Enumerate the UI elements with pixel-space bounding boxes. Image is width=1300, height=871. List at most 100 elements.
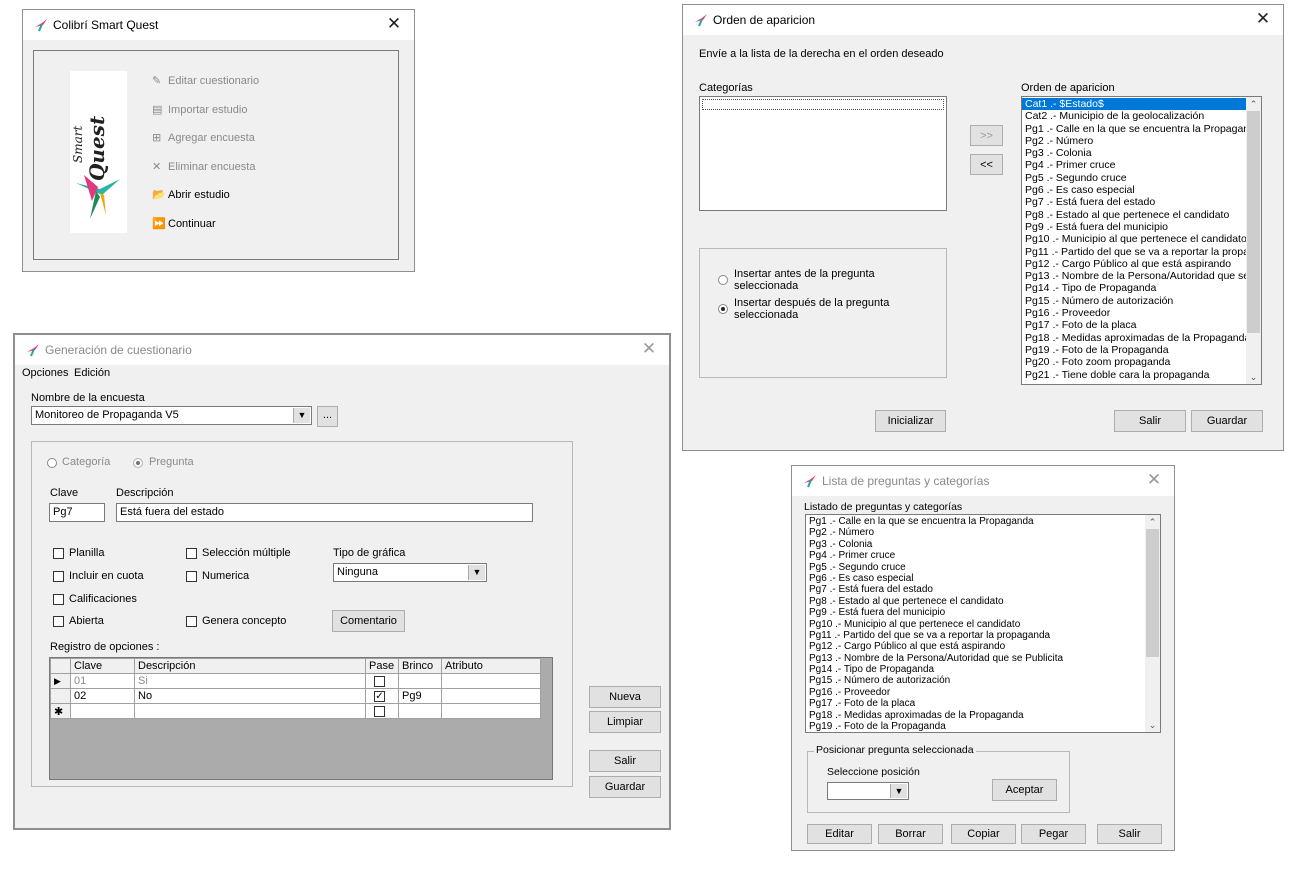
survey-name-select[interactable]: Monitoreo de Propaganda V5 ▼ [31, 406, 312, 425]
list-item[interactable]: Pg17 .- Foto de la placa [1022, 319, 1261, 331]
list-item[interactable]: Pg9 .- Está fuera del municipio [1022, 221, 1261, 233]
list-item[interactable]: Pg11 .- Partido del que se va a reportar… [1022, 246, 1261, 258]
list-item[interactable]: Pg7 .- Está fuera del estado [1022, 196, 1261, 208]
col-header-brinco[interactable]: Brinco [398, 658, 442, 674]
ratings-checkbox[interactable] [53, 594, 64, 605]
title-bar[interactable]: Orden de aparicion ✕ [683, 5, 1283, 35]
open-label[interactable]: Abierta [69, 615, 104, 627]
launcher-menu-item[interactable]: ⊞ Agregar encuesta [152, 131, 255, 144]
list-item[interactable]: Pg12 .- Cargo Público al que está aspira… [806, 641, 1160, 652]
table-row[interactable]: ▶ 01 Si [50, 673, 541, 689]
exit-button[interactable]: Salir [1114, 410, 1186, 432]
list-item[interactable]: Pg4 .- Primer cruce [806, 550, 1160, 561]
list-item[interactable]: Pg17 .- Foto de la placa [806, 698, 1160, 709]
cell-atributo[interactable] [441, 673, 541, 689]
list-item[interactable]: Pg10 .- Municipio al que pertenece el ca… [1022, 233, 1261, 245]
pase-checkbox[interactable] [374, 705, 385, 717]
col-header-atributo[interactable]: Atributo [441, 658, 541, 674]
list-item[interactable]: Pg6 .- Es caso especial [806, 573, 1160, 584]
list-item[interactable]: Pg14 .- Tipo de Propaganda [806, 664, 1160, 675]
order-scrollbar[interactable]: ⌃ ⌄ [1246, 97, 1261, 384]
move-right-button[interactable]: >> [970, 125, 1003, 146]
menu-edicion[interactable]: Edición [74, 367, 110, 379]
list-item[interactable]: Pg20 .- Foto zoom propaganda [1022, 356, 1261, 368]
list-item[interactable]: Pg15 .- Número de autorización [1022, 295, 1261, 307]
launcher-menu-item[interactable]: ✎ Editar cuestionario [152, 74, 259, 87]
list-item[interactable]: Pg9 .- Está fuera del municipio [806, 607, 1160, 618]
col-header-pase[interactable]: Pase [365, 658, 399, 674]
cell-clave[interactable] [70, 703, 135, 719]
launcher-menu-item[interactable]: ▤ Importar estudio [152, 103, 247, 116]
cell-pase[interactable] [365, 673, 399, 689]
position-select[interactable]: ▼ [827, 782, 909, 800]
launcher-menu-item[interactable]: ⏩ Continuar [152, 217, 216, 230]
accept-button[interactable]: Aceptar [992, 779, 1057, 801]
question-radio[interactable] [133, 458, 143, 468]
list-item[interactable]: Pg7 .- Está fuera del estado [806, 584, 1160, 595]
new-button[interactable]: Nueva [589, 686, 661, 708]
list-item[interactable]: Pg2 .- Número [1022, 135, 1261, 147]
list-item[interactable]: Pg10 .- Municipio al que pertenece el ca… [806, 619, 1160, 630]
list-item[interactable]: Pg4 .- Primer cruce [1022, 159, 1261, 171]
include-quota-label[interactable]: Incluir en cuota [69, 570, 144, 582]
paste-button[interactable]: Pegar [1021, 824, 1086, 844]
table-row-new[interactable]: ✱ [50, 703, 541, 719]
close-icon[interactable]: ✕ [1144, 470, 1164, 490]
cell-atributo[interactable] [441, 703, 541, 719]
list-item[interactable]: Pg2 .- Número [806, 527, 1160, 538]
list-item[interactable]: Pg13 .- Nombre de la Persona/Autoridad q… [806, 653, 1160, 664]
cell-descripcion[interactable]: No [134, 688, 366, 704]
title-bar[interactable]: Lista de preguntas y categorías ✕ [792, 466, 1174, 496]
category-radio-label[interactable]: Categoría [62, 456, 110, 468]
insert-after-radio[interactable] [718, 304, 728, 314]
insert-after-label[interactable]: Insertar después de la pregunta seleccio… [734, 297, 894, 321]
cell-descripcion[interactable]: Si [134, 673, 366, 689]
list-item[interactable]: Pg8 .- Estado al que pertenece el candid… [1022, 209, 1261, 221]
multiple-selection-checkbox[interactable] [186, 548, 197, 559]
list-item[interactable]: Pg18 .- Medidas aproximadas de la Propag… [806, 710, 1160, 721]
comment-button[interactable]: Comentario [332, 610, 405, 632]
pase-checkbox[interactable] [374, 675, 385, 687]
chart-type-select[interactable]: Ninguna ▼ [333, 563, 487, 582]
question-list[interactable]: Pg1 .- Calle en la que se encuentra la P… [805, 514, 1161, 733]
launcher-menu-item[interactable]: 📂 Abrir estudio [152, 188, 230, 201]
exit-button[interactable]: Salir [589, 750, 661, 772]
chevron-down-icon[interactable]: ▼ [293, 408, 310, 423]
list-item[interactable]: Pg19 .- Foto de la Propaganda [806, 721, 1160, 732]
list-item[interactable]: Pg5 .- Segundo cruce [806, 562, 1160, 573]
list-item[interactable]: Pg6 .- Es caso especial [1022, 184, 1261, 196]
scroll-up-icon[interactable]: ⌃ [1246, 97, 1261, 111]
cell-descripcion[interactable] [134, 703, 366, 719]
cell-brinco[interactable] [398, 673, 442, 689]
pase-checkbox-checked[interactable]: ✓ [374, 690, 385, 702]
numeric-checkbox[interactable] [186, 571, 197, 582]
scroll-thumb[interactable] [1146, 529, 1159, 657]
copy-button[interactable]: Copiar [951, 824, 1016, 844]
question-list-scrollbar[interactable]: ⌃ ⌄ [1145, 515, 1160, 732]
exit-button[interactable]: Salir [1097, 824, 1162, 844]
scroll-up-icon[interactable]: ⌃ [1145, 515, 1160, 529]
question-radio-label[interactable]: Pregunta [149, 456, 194, 468]
ratings-label[interactable]: Calificaciones [69, 593, 137, 605]
list-item[interactable]: Pg3 .- Colonia [806, 539, 1160, 550]
list-item[interactable]: Pg16 .- Proveedor [1022, 307, 1261, 319]
cell-pase[interactable]: ✓ [365, 688, 399, 704]
browse-button[interactable]: ... [317, 406, 338, 427]
category-radio[interactable] [47, 458, 57, 468]
generate-concept-checkbox[interactable] [186, 616, 197, 627]
close-icon[interactable]: ✕ [1253, 9, 1273, 29]
cell-brinco[interactable]: Pg9 [398, 688, 442, 704]
move-left-button[interactable]: << [970, 154, 1003, 175]
menu-opciones[interactable]: Opciones [22, 367, 68, 379]
scroll-down-icon[interactable]: ⌄ [1145, 718, 1160, 732]
col-header-descripcion[interactable]: Descripción [134, 658, 366, 674]
scroll-down-icon[interactable]: ⌄ [1246, 370, 1261, 384]
list-item[interactable]: Pg19 .- Foto de la Propaganda [1022, 344, 1261, 356]
list-item[interactable]: Pg18 .- Medidas aproximadas de la Propag… [1022, 332, 1261, 344]
close-icon[interactable]: ✕ [639, 339, 659, 359]
list-item[interactable]: Cat1 .- $Estado$ [1022, 98, 1261, 111]
list-item[interactable]: Cat2 .- Municipio de la geolocalización [1022, 110, 1261, 122]
multiple-selection-label[interactable]: Selección múltiple [202, 547, 291, 559]
table-row[interactable]: 02 No ✓ Pg9 [50, 688, 541, 704]
list-item[interactable]: Pg14 .- Tipo de Propaganda [1022, 282, 1261, 294]
